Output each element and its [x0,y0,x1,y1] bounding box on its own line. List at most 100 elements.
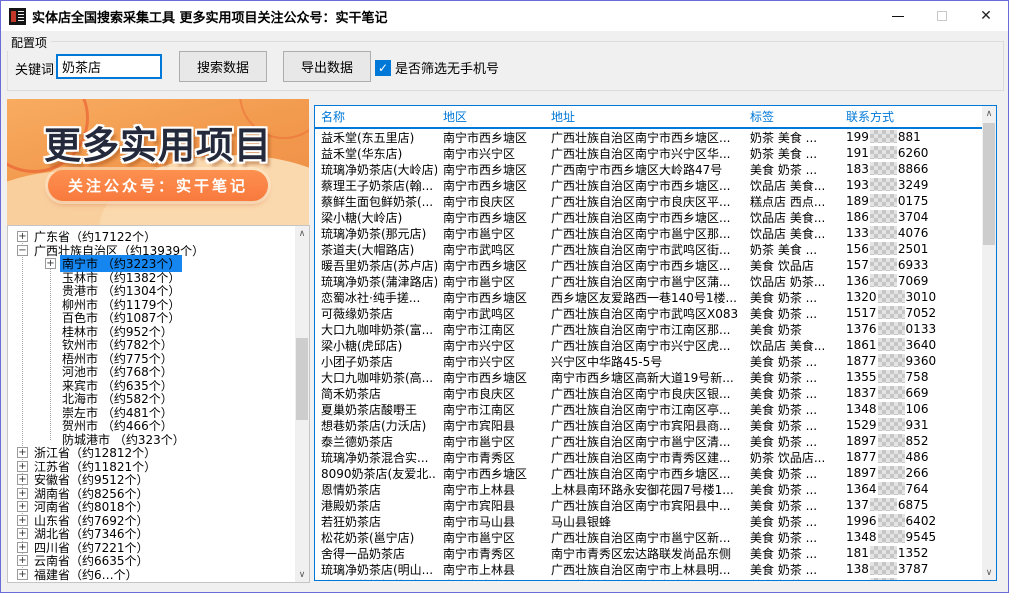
region-cell: 南宁市邕宁区 [437,529,545,546]
store-name-cell: 琉璃净奶茶(那元店) [315,225,437,242]
tree-expander-icon[interactable] [45,258,56,269]
table-row[interactable]: 蔡鲜生面包鲜奶茶(... 南宁市良庆区 广西壮族自治区南宁市良庆区平... 糕点… [315,193,982,209]
table-row[interactable]: 简禾奶茶店 南宁市良庆区 广西壮族自治区南宁市良庆区银... 美食 奶茶 ...… [315,385,982,401]
minimize-button[interactable] [876,1,920,31]
tree-item[interactable]: 福建省（约6…个） [8,568,295,582]
table-row[interactable]: 琉璃净奶茶店(大岭店) 南宁市西乡塘区 广西南宁市西乡塘区大岭路47号 美食 奶… [315,161,982,177]
search-data-button[interactable]: 搜索数据 [179,51,267,82]
blurred-phone-mask [870,242,897,255]
contact-cell: 1364764 [840,482,982,496]
phone-prefix: 1517 [846,306,877,320]
phone-suffix: 8866 [898,162,929,176]
phone-suffix: 0133 [906,322,937,336]
phone-prefix: 157 [846,258,869,272]
blurred-phone-mask [878,530,905,543]
table-row[interactable]: 琉璃净奶茶(蒲津路店) 南宁市邕宁区 广西壮族自治区南宁市邕宁区蒲... 饮品店… [315,273,982,289]
scroll-up-icon[interactable]: ∧ [982,106,996,121]
phone-suffix: 1352 [898,546,929,560]
table-row[interactable]: 小团子奶茶店 南宁市兴宁区 兴宁区中华路45-5号 美食 奶茶 ... 1877… [315,353,982,369]
scroll-down-icon[interactable]: ∨ [982,565,996,580]
table-row[interactable]: 茶道夫(大帽路店) 南宁市武鸣区 广西壮族自治区南宁市武鸣区街... 奶茶 美食… [315,241,982,257]
close-button[interactable]: ✕ [964,1,1008,31]
phone-prefix: 1877 [846,450,877,464]
table-row[interactable]: 恩情奶茶店 南宁市上林县 上林县南环路永安御花园7号楼1... 美食 奶茶 ..… [315,481,982,497]
tree-expander-icon[interactable] [17,542,28,553]
table-scrollbar[interactable]: ∧ ∨ [982,106,996,580]
table-row[interactable]: 夏巢奶茶店酸嘢王 南宁市江南区 广西壮族自治区南宁市江南区亭... 美食 奶茶 … [315,401,982,417]
tags-cell: 美食 奶茶 ... [744,401,840,418]
table-row[interactable]: 益禾堂(东五里店) 南宁市西乡塘区 广西壮族自治区南宁市西乡塘区... 奶茶 美… [315,129,982,145]
table-row[interactable]: 琉璃净奶茶(那元店) 南宁市邕宁区 广西壮族自治区南宁市邕宁区那... 饮品店 … [315,225,982,241]
region-cell: 南宁市青秀区 [437,545,545,562]
tree-expander-icon[interactable] [17,569,28,580]
contact-cell: 1367069 [840,274,982,288]
tree-expander-icon[interactable] [17,528,28,539]
banner-pill: 关注公众号：实干笔记 [48,170,268,201]
table-row[interactable]: 松花奶茶(邕宁店) 南宁市邕宁区 广西壮族自治区南宁市邕宁区新... 美食 奶茶… [315,529,982,545]
table-row[interactable]: 舍得一品奶茶店 南宁市青秀区 南宁市青秀区宏达路联发尚品东侧 美食 奶茶 ...… [315,545,982,561]
column-header-region[interactable]: 地区 [437,108,545,125]
blurred-phone-mask [878,290,905,303]
table-row[interactable]: 益禾堂(华东店) 南宁市兴宁区 广西壮族自治区南宁市兴宁区华... 奶茶 美食 … [315,145,982,161]
column-header-address[interactable]: 地址 [545,108,744,125]
address-cell: 广西壮族自治区南宁市兴宁区虎... [545,337,744,354]
checkbox-checked-icon[interactable]: ✓ [375,60,391,76]
table-row[interactable]: 梁小糖(大岭店) 南宁市西乡塘区 广西壮族自治区南宁市西乡塘区... 饮品店 美… [315,209,982,225]
table-row[interactable]: 若狂奶茶店 南宁市马山县 马山县银蜂 美食 奶茶 ... 19966402 [315,513,982,529]
contact-cell: 1376875 [840,498,982,512]
table-scrollbar-thumb[interactable] [983,123,995,245]
phone-suffix: 7052 [906,306,937,320]
table-row[interactable]: 泰兰德奶茶店 南宁市邕宁区 广西壮族自治区南宁市邕宁区清... 美食 奶茶 ..… [315,433,982,449]
column-header-contact[interactable]: 联系方式 [840,108,982,125]
blurred-phone-mask [878,402,905,415]
column-header-name[interactable]: 名称 [315,108,437,125]
table-row[interactable]: 恋蜀冰社·纯手搓... 南宁市西乡塘区 西乡塘区友爱路西一巷140号1楼... … [315,289,982,305]
tree-expander-icon[interactable] [17,447,28,458]
table-row[interactable]: 琉璃净奶茶混合实... 南宁市青秀区 广西壮族自治区南宁市青秀区建... 奶茶 … [315,449,982,465]
blurred-phone-mask [870,194,897,207]
store-name-cell: 梁小糖(虎邱店) [315,337,437,354]
table-row[interactable]: 8090奶茶店(友爱北... 南宁市西乡塘区 广西壮族自治区南宁市西乡塘区...… [315,465,982,481]
title-bar[interactable]: 实体店全国搜索采集工具 更多实用项目关注公众号：实干笔记 ✕ [1,1,1008,31]
phone-prefix: 1320 [846,290,877,304]
export-data-button[interactable]: 导出数据 [283,51,371,82]
phone-prefix: 1897 [846,434,877,448]
address-cell: 广西壮族自治区南宁市西乡塘区... [545,209,744,226]
tree-expander-icon[interactable] [17,488,28,499]
maximize-button[interactable] [920,1,964,31]
table-row[interactable]: 大口九咖啡奶茶(富... 南宁市江南区 广西壮族自治区南宁市江南区那... 美食… [315,321,982,337]
store-name-cell: 益禾堂(华东店) [315,145,437,162]
tree-scrollbar[interactable]: ∧ ∨ [295,226,309,582]
tree-expander-icon[interactable] [17,461,28,472]
scroll-down-icon[interactable]: ∨ [295,567,309,582]
filter-checkbox-row[interactable]: ✓ 是否筛选无手机号 [375,58,499,77]
tree-expander-icon[interactable] [17,245,28,256]
table-row[interactable]: 可薇缘奶茶店 南宁市武鸣区 广西壮族自治区南宁市武鸣区X083 美食 奶茶 ..… [315,305,982,321]
table-row[interactable]: 暖吾里奶茶店(苏卢店) 南宁市西乡塘区 广西壮族自治区南宁市西乡塘区... 美食… [315,257,982,273]
column-header-tags[interactable]: 标签 [744,108,840,125]
region-tree: 广东省（约17122个） 广西壮族自治区（约13939个） 南宁市 （约3223… [7,225,310,583]
table-row[interactable]: 琉璃净奶茶店(明山... 南宁市上林县 广西壮族自治区南宁市上林县明... 美食… [315,561,982,577]
tree-expander-icon[interactable] [17,515,28,526]
region-cell: 南宁市马山县 [437,513,545,530]
blurred-phone-mask [878,338,905,351]
tree-expander-icon[interactable] [17,231,28,242]
table-row[interactable]: 想巷奶茶店(力沃店) 南宁市宾阳县 广西壮族自治区南宁市宾阳县商... 美食 奶… [315,417,982,433]
tree-expander-icon[interactable] [17,474,28,485]
keyword-input[interactable] [56,54,162,79]
tree-expander-icon[interactable] [17,501,28,512]
phone-prefix: 199 [846,130,869,144]
phone-prefix: 136 [846,274,869,288]
tree-expander-icon[interactable] [17,555,28,566]
scroll-up-icon[interactable]: ∧ [295,226,309,241]
tree-item-label[interactable]: 福建省（约6…个） [32,566,140,582]
phone-prefix: 1529 [846,418,877,432]
table-row[interactable]: 大口九咖啡奶茶(高... 南宁市西乡塘区 南宁市西乡塘区高新大道19号新... … [315,369,982,385]
table-row[interactable]: 港殿奶茶店 南宁市宾阳县 广西壮族自治区南宁市宾阳县中... 美食 奶茶 ...… [315,497,982,513]
table-row[interactable]: 蔡理王子奶茶店(翰... 南宁市西乡塘区 广西壮族自治区南宁市西乡塘区... 饮… [315,177,982,193]
table-row[interactable]: 梁小糖(虎邱店) 南宁市兴宁区 广西壮族自治区南宁市兴宁区虎... 饮品店 美食… [315,337,982,353]
table-row[interactable]: 味小吕蔗糖奶茶(大... 南宁市隆安县 广西壮族自治区南宁市隆安县国... 美食… [315,577,982,580]
tags-cell: 美食 奶茶 ... [744,561,840,578]
address-cell: 广西壮族自治区南宁市青秀区建... [545,449,744,466]
tree-scrollbar-thumb[interactable] [296,338,308,420]
